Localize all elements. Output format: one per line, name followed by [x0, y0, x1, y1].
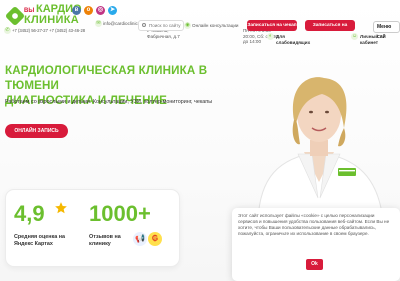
- chat-icon: ◉: [184, 22, 191, 29]
- user-icon: ☺: [351, 33, 358, 40]
- search-placeholder: Поиск по сайту: [149, 23, 181, 28]
- low-vision-link[interactable]: Для слабовидящих: [276, 34, 310, 45]
- telegram-icon[interactable]: ➤: [108, 6, 117, 15]
- online-booking-button[interactable]: ОНЛАЙН ЗАПИСЬ: [5, 124, 68, 138]
- eye-icon: ◐: [267, 33, 274, 40]
- logo-text-line2[interactable]: КЛИНИКА: [24, 15, 79, 26]
- star-icon: [55, 202, 67, 214]
- site-menu-button[interactable]: Меню сай: [373, 21, 400, 40]
- reviews-label-line2: клинику: [89, 241, 111, 247]
- search-icon: [142, 23, 146, 27]
- cookie-banner: Этот сайт использует файлы «cookie» с це…: [232, 208, 400, 281]
- personal-cabinet-link[interactable]: Личный кабинет: [360, 34, 382, 45]
- book-checkup-button[interactable]: Записаться на чекап: [247, 20, 297, 31]
- ok-icon[interactable]: о: [84, 6, 93, 15]
- rating-label-line1: Средняя оценка на: [14, 234, 65, 240]
- phone-icon: ✆: [4, 27, 11, 34]
- doctor-photo: [257, 77, 384, 220]
- reviews-count: 1000+: [89, 201, 151, 226]
- vk-icon[interactable]: в: [72, 6, 81, 15]
- instagram-icon[interactable]: ◎: [96, 6, 105, 15]
- hero-title-line1: КАРДИОЛОГИЧЕСКАЯ КЛИНИКА В ТЮМЕНИ: [5, 64, 208, 92]
- reviews-service-logo-icon[interactable]: ₲: [148, 232, 162, 246]
- online-consult-link[interactable]: Онлайн консультации: [192, 23, 238, 29]
- rating-label-line2: Яндекс Картах: [14, 241, 53, 247]
- reviews-label-line1: Отзывов на: [89, 234, 121, 240]
- phones[interactable]: +7 (3452) 56-27-27 +7 (3452) 43-46-28: [12, 28, 96, 34]
- book-appointment-button[interactable]: Записаться на прием: [305, 20, 355, 39]
- mail-icon: ✉: [95, 20, 102, 27]
- logo-heart-icon[interactable]: [4, 5, 26, 27]
- megaphone-icon: 📢: [133, 232, 147, 246]
- cookie-ok-button[interactable]: Ok: [306, 259, 323, 270]
- page: ВЫ КАРДИО КЛИНИКА в о ◎ ➤ ✆ +7 (3452) 56…: [0, 0, 400, 281]
- rating-value: 4,9: [14, 201, 45, 226]
- search-input[interactable]: Поиск по сайту: [138, 20, 184, 31]
- cookie-text: Этот сайт использует файлы «cookie» с це…: [238, 213, 390, 236]
- hero-subtitle: Работаем со взрослыми и детьми. Консульт…: [5, 99, 213, 105]
